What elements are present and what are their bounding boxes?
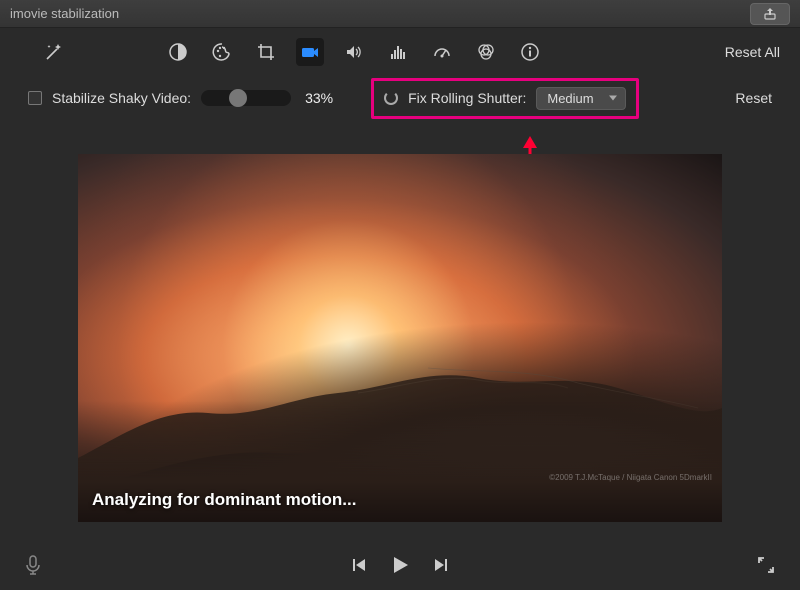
stabilization-button[interactable] [296,38,324,66]
mic-icon [24,554,42,576]
wand-icon [43,41,65,63]
stabilize-label: Stabilize Shaky Video: [52,90,191,106]
play-button[interactable] [389,554,411,576]
fullscreen-icon [756,555,776,575]
next-icon [433,557,449,573]
reset-button[interactable]: Reset [735,90,772,106]
info-button[interactable] [516,38,544,66]
speed-icon [432,42,452,62]
share-button[interactable] [750,3,790,25]
rolling-shutter-label: Fix Rolling Shutter: [408,90,526,106]
rolling-shutter-highlight: Fix Rolling Shutter: Medium [371,78,639,119]
contrast-icon [168,42,188,62]
crop-icon [256,42,276,62]
play-icon [389,554,411,576]
rolling-shutter-select[interactable]: Medium [536,87,626,110]
camera-icon [300,42,320,62]
slider-knob[interactable] [229,89,247,107]
fullscreen-button[interactable] [756,555,776,575]
crop-button[interactable] [252,38,280,66]
stabilize-slider[interactable] [201,90,291,106]
inspector-toolbar: Reset All [0,28,800,76]
speed-button[interactable] [428,38,456,66]
window-title: imovie stabilization [10,6,119,21]
next-button[interactable] [433,557,449,573]
prev-icon [351,557,367,573]
stabilize-checkbox[interactable] [28,91,42,105]
filters-icon [476,42,496,62]
volume-button[interactable] [340,38,368,66]
analysis-status: Analyzing for dominant motion... [92,490,356,510]
palette-icon [212,42,232,62]
playback-bar [0,540,800,590]
prev-button[interactable] [351,557,367,573]
info-icon [520,42,540,62]
titlebar: imovie stabilization [0,0,800,28]
share-icon [763,7,777,21]
auto-enhance-button[interactable] [40,38,68,66]
voiceover-button[interactable] [24,554,42,576]
image-meta: ©2009 T.J.McTaque / Niigata Canon 5Dmark… [549,473,712,482]
filters-button[interactable] [472,38,500,66]
color-correction-button[interactable] [208,38,236,66]
rolling-shutter-value: Medium [547,91,593,106]
spinner-icon [384,91,398,105]
volume-icon [344,42,364,62]
stabilization-controls: Stabilize Shaky Video: 33% Fix Rolling S… [0,76,800,120]
stabilize-percent: 33% [305,90,333,106]
levels-icon [388,42,408,62]
video-viewer: ©2009 T.J.McTaque / Niigata Canon 5Dmark… [78,154,722,522]
reset-all-button[interactable]: Reset All [725,44,780,60]
noise-reduction-button[interactable] [384,38,412,66]
color-balance-button[interactable] [164,38,192,66]
